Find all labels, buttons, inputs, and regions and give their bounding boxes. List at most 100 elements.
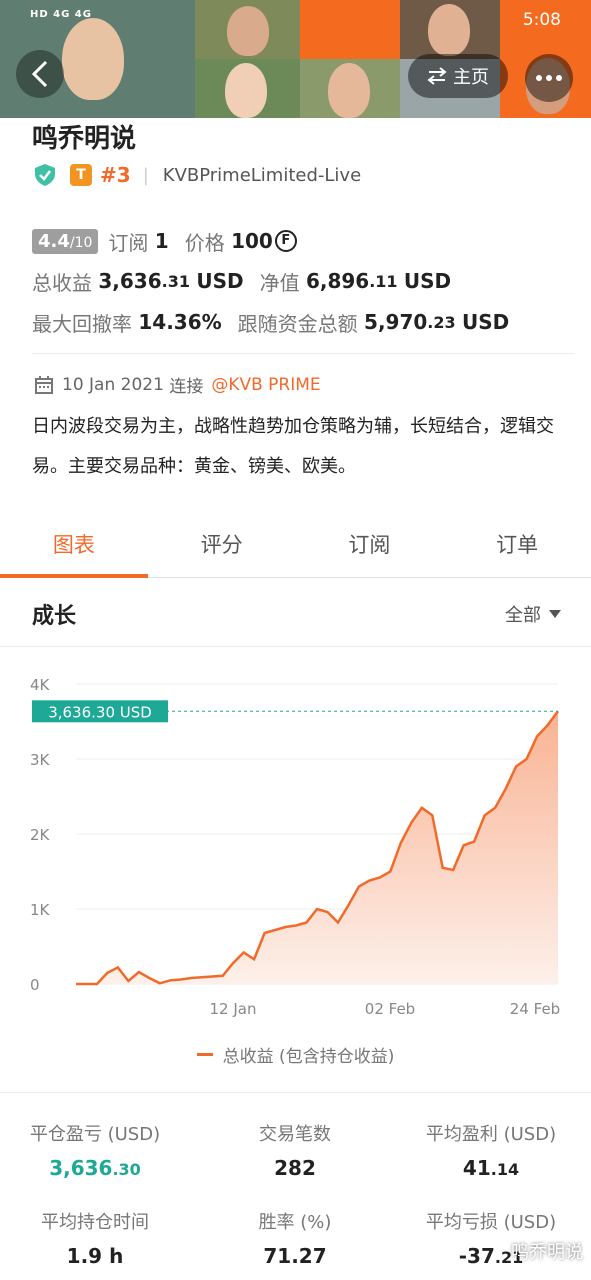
clock: 5:08 (522, 10, 561, 30)
y-tick-label: 1K (30, 901, 51, 919)
metric-value-int: -37 (458, 1244, 495, 1268)
dot-icon (546, 75, 552, 81)
y-tick-label: 3K (30, 751, 51, 769)
status-bar: HD 4G 4G 5:08 (0, 0, 591, 40)
back-button[interactable] (16, 50, 64, 98)
score-value: 4.4 (38, 230, 70, 252)
tab-bar: 图表 评分 订阅 订单 (0, 518, 591, 578)
watermark: 鸣乔明说 (511, 1242, 583, 1263)
net-value-int: 6,896 (305, 269, 370, 293)
follow-funds-cur: USD (462, 310, 510, 334)
metric-closed-pnl: 平仓盈亏 (USD) 3,636.30 (0, 1120, 190, 1180)
metric-value: 3,636.30 (0, 1156, 190, 1180)
tab-rating[interactable]: 评分 (148, 518, 296, 577)
legend-swatch (196, 1053, 213, 1056)
header-photo-collage: HD 4G 4G 5:08 主页 (0, 0, 591, 118)
metric-label: 交易笔数 (259, 1124, 331, 1145)
y-tick-label: 4K (30, 676, 51, 694)
follow-funds-dec: .23 (427, 312, 456, 332)
metric-avg-profit: 平均盈利 (USD) 41.14 (396, 1120, 586, 1180)
x-tick-label: 12 Jan (210, 1000, 257, 1018)
total-profit-int: 3,636 (98, 269, 162, 293)
price-label: 价格 (184, 230, 225, 255)
chart-legend: 总收益 (包含持仓收益) (0, 1042, 591, 1067)
profit-row: 总收益 3,636.31 USD 净值 6,896.11 USD (32, 266, 451, 296)
area-fill (76, 711, 558, 984)
metric-trade-count: 交易笔数 282 (200, 1120, 390, 1180)
join-date: 10 Jan 2021 (62, 374, 164, 395)
y-tick-label: 0 (30, 976, 40, 994)
metric-value: 41.14 (396, 1156, 586, 1180)
total-profit-label: 总收益 (32, 270, 92, 295)
divider (0, 1092, 591, 1093)
broker-link[interactable]: @KVB PRIME (211, 375, 320, 395)
range-label: 全部 (505, 605, 541, 626)
growth-title: 成长 (32, 604, 77, 629)
range-dropdown[interactable]: 全部 (505, 601, 561, 627)
trader-photo (300, 59, 400, 118)
price-value: 100 (231, 229, 273, 253)
current-value-label: 3,636.30 USD (48, 703, 152, 721)
badge-row: T #3 | KVBPrimeLimited-Live (34, 162, 361, 188)
tab-chart[interactable]: 图表 (0, 518, 148, 578)
max-drawdown-label: 最大回撤率 (32, 311, 132, 336)
dot-icon (536, 75, 542, 81)
metric-label: 平均持仓时间 (41, 1212, 149, 1233)
rank-label: #3 (100, 163, 131, 187)
follow-funds-label: 跟随资金总额 (237, 311, 358, 336)
tier-badge: T (70, 164, 92, 186)
rating-row: 4.4/10 订阅 1 价格 100 F (32, 226, 297, 256)
metric-avg-hold-time: 平均持仓时间 1.9 h (0, 1208, 190, 1268)
net-value-label: 净值 (259, 270, 300, 295)
total-profit-cur: USD (196, 269, 244, 293)
score-badge: 4.4/10 (32, 228, 99, 254)
tab-subscribe[interactable]: 订阅 (296, 518, 444, 577)
subscribe-label: 订阅 (108, 230, 149, 255)
coin-icon: F (274, 230, 297, 252)
metric-value-int: 1.9 h (66, 1244, 124, 1268)
metric-label: 平仓盈亏 (USD) (29, 1124, 161, 1145)
home-label: 主页 (453, 67, 489, 88)
dot-icon (556, 75, 562, 81)
more-button[interactable] (525, 54, 573, 102)
strategy-description: 日内波段交易为主，战略性趋势加仓策略为辅，长短结合，逻辑交易。主要交易品种：黄金… (32, 416, 554, 477)
divider (32, 353, 575, 354)
metric-label: 胜率 (%) (258, 1212, 332, 1233)
net-value-dec: .11 (369, 271, 398, 291)
growth-chart: 0 1K 2K 3K 4K 12 Jan 02 Feb 24 Feb 3,636.30 USD (30, 676, 560, 1018)
tab-orders[interactable]: 订单 (443, 518, 591, 577)
net-value-cur: USD (403, 269, 452, 293)
metric-value: 71.27 (200, 1244, 390, 1268)
metric-value-int: 41 (462, 1156, 491, 1180)
separator: | (142, 164, 149, 186)
broker-label: KVBPrimeLimited-Live (162, 164, 362, 186)
subscribe-count: 1 (154, 229, 169, 253)
trader-name: 鸣乔明说 (32, 124, 137, 154)
y-tick-label: 2K (30, 826, 51, 844)
x-tick-label: 24 Feb (510, 1000, 560, 1018)
x-tick-label: 02 Feb (365, 1000, 415, 1018)
network-indicator: HD 4G 4G (30, 9, 92, 20)
join-label: 连接 (169, 377, 204, 397)
metric-value: 1.9 h (0, 1244, 190, 1268)
follow-funds-int: 5,970 (364, 310, 428, 334)
metric-win-rate: 胜率 (%) 71.27 (200, 1208, 390, 1268)
max-drawdown-value: 14.36% (138, 310, 222, 334)
verified-shield-icon (35, 164, 55, 186)
trader-photo (195, 59, 300, 118)
swap-icon (427, 67, 447, 85)
join-info: 10 Jan 2021 连接 @KVB PRIME (34, 372, 321, 397)
caret-down-icon (549, 610, 561, 618)
metric-value-dec: .14 (490, 1160, 520, 1179)
drawdown-row: 最大回撤率 14.36% 跟随资金总额 5,970.23 USD (32, 307, 509, 337)
metric-value: 282 (200, 1156, 390, 1180)
metric-value-int: 71.27 (263, 1244, 327, 1268)
metric-value-int: 3,636 (49, 1156, 113, 1180)
total-profit-dec: .31 (161, 271, 190, 291)
home-button[interactable]: 主页 (408, 54, 508, 98)
divider (0, 646, 591, 647)
calendar-icon (35, 375, 53, 394)
metric-value-int: 282 (274, 1156, 316, 1180)
score-max: /10 (69, 234, 93, 251)
legend-label: 总收益 (包含持仓收益) (222, 1047, 395, 1067)
